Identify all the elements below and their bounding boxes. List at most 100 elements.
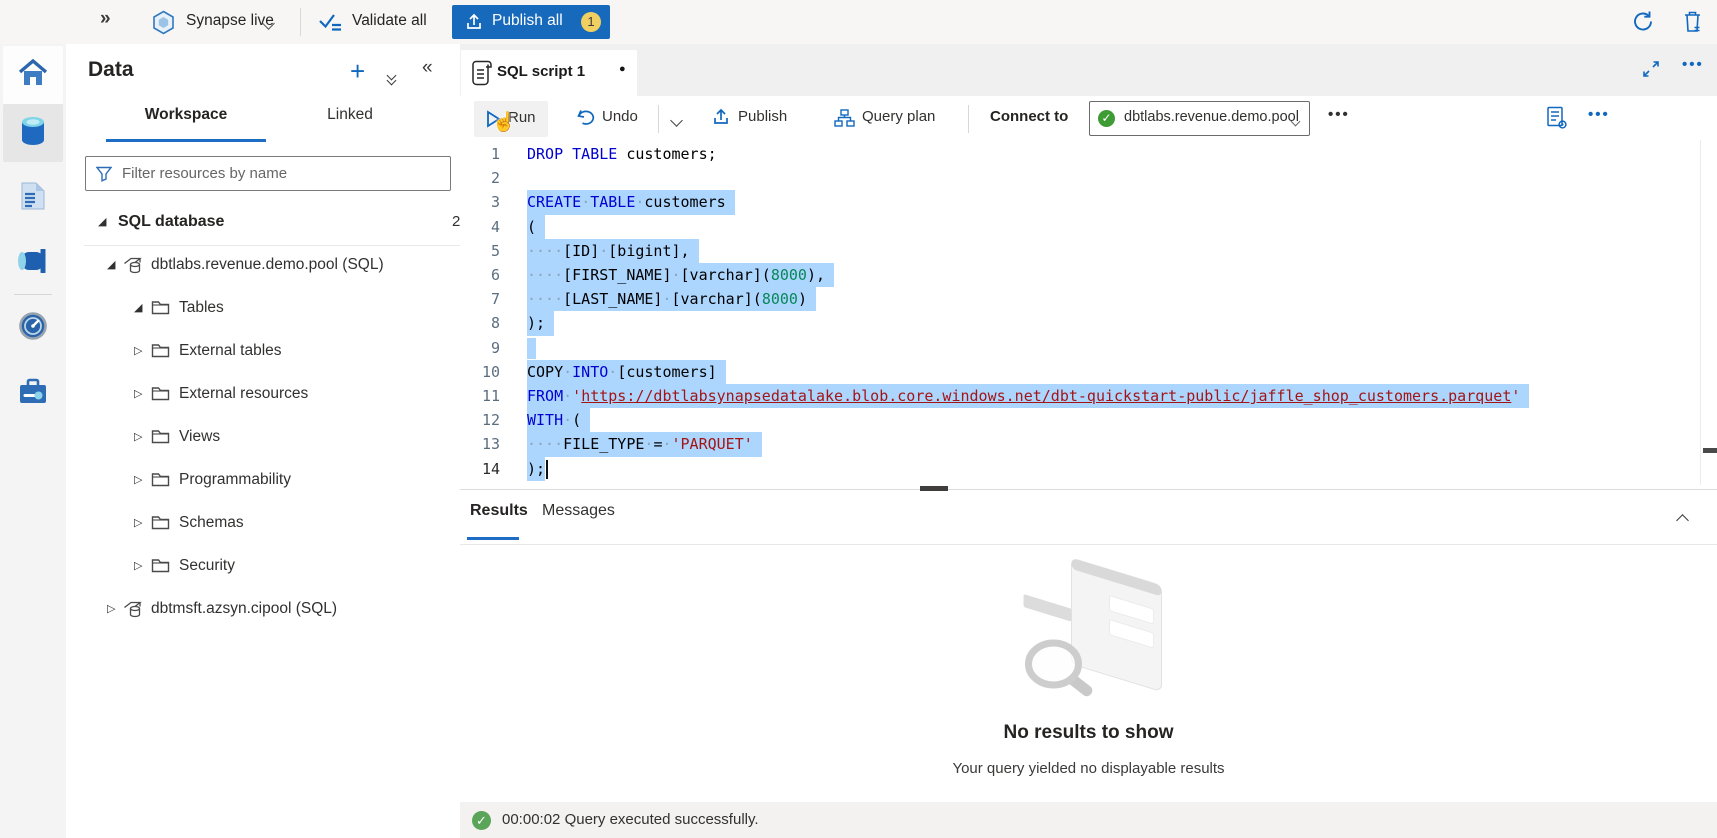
mode-selector[interactable]: Synapse live <box>186 12 274 30</box>
rail-item-develop[interactable] <box>3 169 63 227</box>
code-token: [LAST_NAME] <box>563 290 662 308</box>
tree-item-sql-database[interactable]: ◢SQL database2 <box>84 202 460 246</box>
toolbar-more-icon[interactable]: ••• <box>1328 106 1350 123</box>
code-token: TABLE <box>572 145 617 163</box>
connect-to-label: Connect to <box>990 108 1068 125</box>
code-token: WITH <box>527 411 563 429</box>
code-area[interactable]: 1DROP TABLE customers;23CREATE·TABLE·cus… <box>460 140 1717 485</box>
code-line-13[interactable]: 13····FILE_TYPE·=·'PARQUET' <box>460 432 762 456</box>
tree-item-dbtlabs-revenue-demo-pool-sql[interactable]: ◢dbtlabs.revenue.demo.pool (SQL) <box>66 245 460 288</box>
code-line-10[interactable]: 10COPY·INTO·[customers] <box>460 360 726 384</box>
code-line-12[interactable]: 12WITH·( <box>460 408 590 432</box>
tab-workspace[interactable]: Workspace <box>106 106 266 124</box>
code-line-5[interactable]: 5····[ID]·[bigint], <box>460 239 699 263</box>
tab-more-icon[interactable]: ••• <box>1682 56 1704 73</box>
line-number: 3 <box>460 190 500 214</box>
tree-item-external-resources[interactable]: ▷External resources <box>66 374 460 417</box>
validate-all-button[interactable]: Validate all <box>352 12 427 30</box>
collapse-all-icon[interactable] <box>388 66 395 76</box>
editor-toolbar: Run Undo Publish Query plan Connect to ✓… <box>460 96 1717 143</box>
collapse-expander-icon[interactable]: ◢ <box>134 301 142 314</box>
undo-icon <box>576 109 595 130</box>
tree-item-dbtmsft-azsyn-cipool-sql[interactable]: ▷dbtmsft.azsyn.cipool (SQL) <box>66 589 460 632</box>
editor-scroll-marker[interactable] <box>1703 448 1717 453</box>
publish-button[interactable]: Publish <box>738 108 787 125</box>
expand-editor-icon[interactable] <box>1642 60 1660 82</box>
collapse-expander-icon[interactable]: ◢ <box>98 215 106 228</box>
line-number: 9 <box>460 336 500 360</box>
query-plan-button[interactable]: Query plan <box>862 108 935 125</box>
panel-resize-handle[interactable] <box>920 486 948 491</box>
tab-sql-script-1[interactable]: SQL script 1 ● <box>461 50 637 96</box>
mode-chevron-down-icon[interactable] <box>264 15 273 32</box>
tab-results[interactable]: Results <box>470 502 528 520</box>
filter-input[interactable] <box>120 157 446 190</box>
code-token: · <box>672 266 681 284</box>
properties-icon[interactable] <box>1546 106 1568 134</box>
collapse-results-chevron-icon[interactable] <box>1678 512 1687 529</box>
code-token: ), <box>807 266 825 284</box>
add-resource-icon[interactable]: + <box>350 56 365 87</box>
code-token: 8000 <box>771 266 807 284</box>
code-line-11[interactable]: 11FROM·'https://dbtlabsynapsedatalake.bl… <box>460 384 1529 408</box>
rail-item-monitor[interactable] <box>3 299 63 357</box>
tab-linked[interactable]: Linked <box>270 106 430 124</box>
tree-item-external-tables[interactable]: ▷External tables <box>66 331 460 374</box>
sql-pool-icon <box>123 257 144 279</box>
tree-item-views[interactable]: ▷Views <box>66 417 460 460</box>
publish-icon <box>712 108 730 130</box>
code-line-7[interactable]: 7····[LAST_NAME]·[varchar](8000) <box>460 287 816 311</box>
collapse-sidebar-icon[interactable]: « <box>422 57 433 79</box>
mouse-cursor-icon: ☝ <box>492 110 516 134</box>
code-token: · <box>662 290 671 308</box>
tree-item-programmability[interactable]: ▷Programmability <box>66 460 460 503</box>
connected-check-icon: ✓ <box>1098 110 1115 127</box>
expand-expander-icon[interactable]: ▷ <box>134 516 142 529</box>
expand-expander-icon[interactable]: ▷ <box>134 430 142 443</box>
rail-item-integrate[interactable] <box>3 234 63 292</box>
code-token: TABLE <box>590 193 635 211</box>
tab-messages[interactable]: Messages <box>542 502 615 520</box>
refresh-icon[interactable] <box>1632 10 1655 37</box>
expand-rail-icon[interactable]: » <box>100 8 111 30</box>
expand-expander-icon[interactable]: ▷ <box>134 344 142 357</box>
line-content: ); <box>527 457 548 481</box>
code-line-6[interactable]: 6····[FIRST_NAME]·[varchar](8000), <box>460 263 834 287</box>
synapse-studio-app: » Synapse live Validate all Publish all … <box>0 0 1717 838</box>
run-options-chevron-icon[interactable] <box>672 112 681 129</box>
code-line-9[interactable]: 9 <box>460 336 536 360</box>
pool-selector-value: dbtlabs.revenue.demo.pool <box>1124 109 1299 125</box>
rail-item-data[interactable] <box>3 104 63 162</box>
active-tab-underline <box>106 139 266 142</box>
rail-item-home[interactable] <box>3 46 63 104</box>
expand-expander-icon[interactable]: ▷ <box>107 602 115 615</box>
code-line-4[interactable]: 4( <box>460 215 545 239</box>
selection-highlight: ····[FIRST_NAME]·[varchar](8000), <box>527 263 834 287</box>
undo-button[interactable]: Undo <box>602 108 638 125</box>
code-line-3[interactable]: 3CREATE·TABLE·customers <box>460 190 735 214</box>
discard-trash-icon[interactable] <box>1682 10 1703 37</box>
code-token: ' <box>572 387 581 405</box>
tree-item-label: SQL database <box>118 213 224 231</box>
tree-item-schemas[interactable]: ▷Schemas <box>66 503 460 546</box>
expand-expander-icon[interactable]: ▷ <box>134 473 142 486</box>
rail-item-manage[interactable] <box>3 364 63 422</box>
code-line-8[interactable]: 8); <box>460 311 554 335</box>
validate-all-icon <box>318 12 343 37</box>
tree-item-tables[interactable]: ◢Tables <box>66 288 460 331</box>
toolbar-far-more-icon[interactable]: ••• <box>1588 106 1610 123</box>
tree-item-security[interactable]: ▷Security <box>66 546 460 589</box>
tab-title: SQL script 1 <box>497 63 585 80</box>
code-line-2[interactable]: 2 <box>460 166 527 190</box>
code-token: FILE_TYPE <box>563 435 644 453</box>
collapse-expander-icon[interactable]: ◢ <box>107 258 115 271</box>
expand-expander-icon[interactable]: ▷ <box>134 387 142 400</box>
code-token: customers <box>644 193 725 211</box>
publish-all-button[interactable]: Publish all 1 <box>452 5 610 39</box>
pool-selector[interactable]: ✓ dbtlabs.revenue.demo.pool <box>1089 101 1310 136</box>
code-line-1[interactable]: 1DROP TABLE customers; <box>460 142 717 166</box>
expand-expander-icon[interactable]: ▷ <box>134 559 142 572</box>
code-line-14[interactable]: 14); <box>460 457 548 481</box>
folder-icon <box>151 515 170 534</box>
code-token: DROP <box>527 145 563 163</box>
